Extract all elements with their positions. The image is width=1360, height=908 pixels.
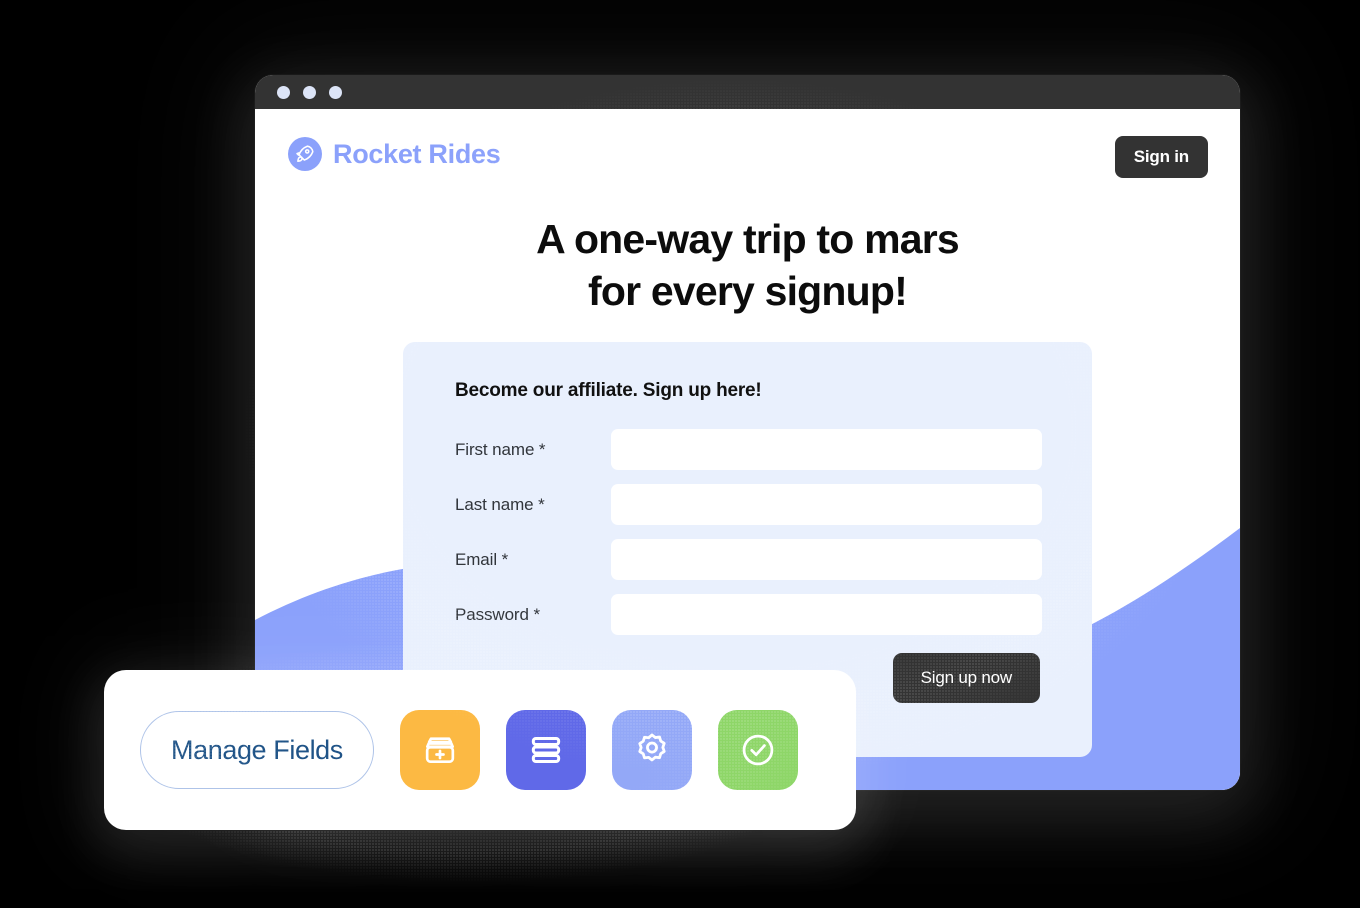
last-name-input[interactable]: [611, 484, 1042, 525]
add-box-icon: [420, 730, 460, 770]
list-rows-icon: [526, 730, 566, 770]
manage-fields-button[interactable]: Manage Fields: [140, 711, 374, 789]
field-toolbar-card: Manage Fields: [104, 670, 856, 830]
reorder-fields-button[interactable]: [505, 710, 586, 790]
close-dot[interactable]: [277, 85, 290, 99]
validate-fields-button[interactable]: [717, 710, 798, 790]
screenshot-stage: Rocket Rides Sign in A one-way trip to m…: [0, 0, 1360, 908]
browser-titlebar: [255, 75, 1240, 109]
maximize-dot[interactable]: [329, 85, 342, 99]
sign-in-button[interactable]: Sign in: [1114, 136, 1208, 178]
last-name-label: Last name *: [455, 494, 545, 514]
form-row-first-name: First name *: [455, 429, 1042, 470]
headline-line-1: A one-way trip to mars: [536, 216, 960, 262]
email-label: Email *: [455, 549, 509, 569]
form-row-last-name: Last name *: [455, 484, 1042, 525]
email-input[interactable]: [611, 539, 1042, 580]
first-name-input[interactable]: [611, 429, 1042, 470]
brand[interactable]: Rocket Rides: [288, 137, 501, 171]
headline-line-2: for every signup!: [587, 268, 908, 315]
field-settings-button[interactable]: [611, 710, 692, 790]
password-input[interactable]: [611, 594, 1042, 635]
form-title: Become our affiliate. Sign up here!: [455, 380, 762, 401]
first-name-label: First name *: [455, 439, 546, 459]
form-row-email: Email *: [455, 539, 1042, 580]
page-title: A one-way trip to mars for every signup!: [255, 213, 1240, 317]
rocket-icon: [288, 137, 322, 171]
brand-name: Rocket Rides: [333, 138, 501, 169]
sign-up-now-button[interactable]: Sign up now: [892, 653, 1040, 703]
gear-icon: [631, 729, 673, 771]
form-row-password: Password *: [455, 594, 1042, 635]
password-label: Password *: [455, 604, 540, 624]
add-field-button[interactable]: [399, 710, 480, 790]
check-circle-icon: [736, 728, 780, 772]
minimize-dot[interactable]: [303, 85, 316, 99]
